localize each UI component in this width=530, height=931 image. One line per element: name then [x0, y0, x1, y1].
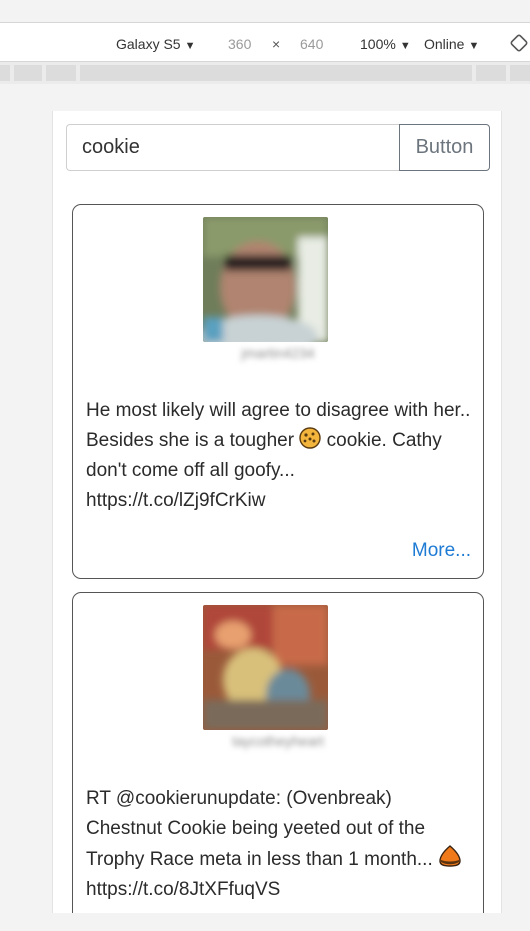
chevron-down-icon: ▼ — [468, 40, 480, 52]
more-link[interactable]: More... — [412, 540, 471, 562]
media-query-bar — [0, 62, 530, 84]
ruler-segment — [46, 65, 76, 81]
viewport-height-input[interactable]: 640 — [300, 35, 323, 53]
ruler-segment — [476, 65, 506, 81]
search-input[interactable] — [66, 124, 400, 171]
cookie-emoji-icon — [299, 427, 322, 449]
tweet-text-part: https://t.co/8JtXFfuqVS — [86, 879, 281, 900]
tweet-text: He most likely will agree to disagree wi… — [86, 396, 471, 516]
ruler-segment — [0, 65, 10, 81]
profile-photo-icon — [203, 217, 328, 342]
dimension-separator: × — [272, 36, 281, 52]
viewport-width-input[interactable]: 360 — [228, 35, 251, 53]
profile-photo-icon — [203, 605, 328, 730]
tweet-text: RT @cookierunupdate: (Ovenbreak) Chestnu… — [86, 784, 471, 905]
ruler-segment — [14, 65, 42, 81]
network-throttle-select[interactable]: Online ▼ — [424, 35, 479, 55]
ruler-segment — [510, 65, 530, 81]
search-button[interactable]: Button — [399, 124, 490, 171]
devtools-top-strip — [0, 0, 530, 22]
device-select-label: Galaxy S5 — [116, 36, 181, 52]
avatar — [203, 217, 328, 342]
username: jmartin4234 — [241, 345, 315, 361]
network-select-label: Online — [424, 36, 465, 52]
search-bar: Button — [66, 124, 490, 171]
avatar — [203, 605, 328, 730]
chevron-down-icon: ▼ — [399, 40, 411, 52]
device-viewport: Button jmartin4234 He most likely wi — [52, 111, 502, 913]
tweet-card: taycotheyheart RT @cookierunupdate: (Ove… — [72, 592, 484, 913]
username: taycotheyheart — [232, 733, 324, 749]
chestnut-emoji-icon — [439, 845, 461, 867]
tweet-card: jmartin4234 He most likely will agree to… — [72, 204, 484, 579]
tweet-text-part: RT @cookierunupdate: (Ovenbreak) Chestnu… — [86, 788, 439, 870]
chevron-down-icon: ▼ — [184, 40, 196, 52]
zoom-select[interactable]: 100% ▼ — [360, 35, 411, 55]
rotate-icon[interactable] — [510, 34, 528, 52]
ruler-segment — [80, 65, 472, 81]
zoom-select-label: 100% — [360, 36, 396, 52]
device-toolbar: Galaxy S5 ▼ 360 × 640 100% ▼ Online ▼ — [0, 22, 530, 62]
device-select[interactable]: Galaxy S5 ▼ — [116, 35, 195, 55]
